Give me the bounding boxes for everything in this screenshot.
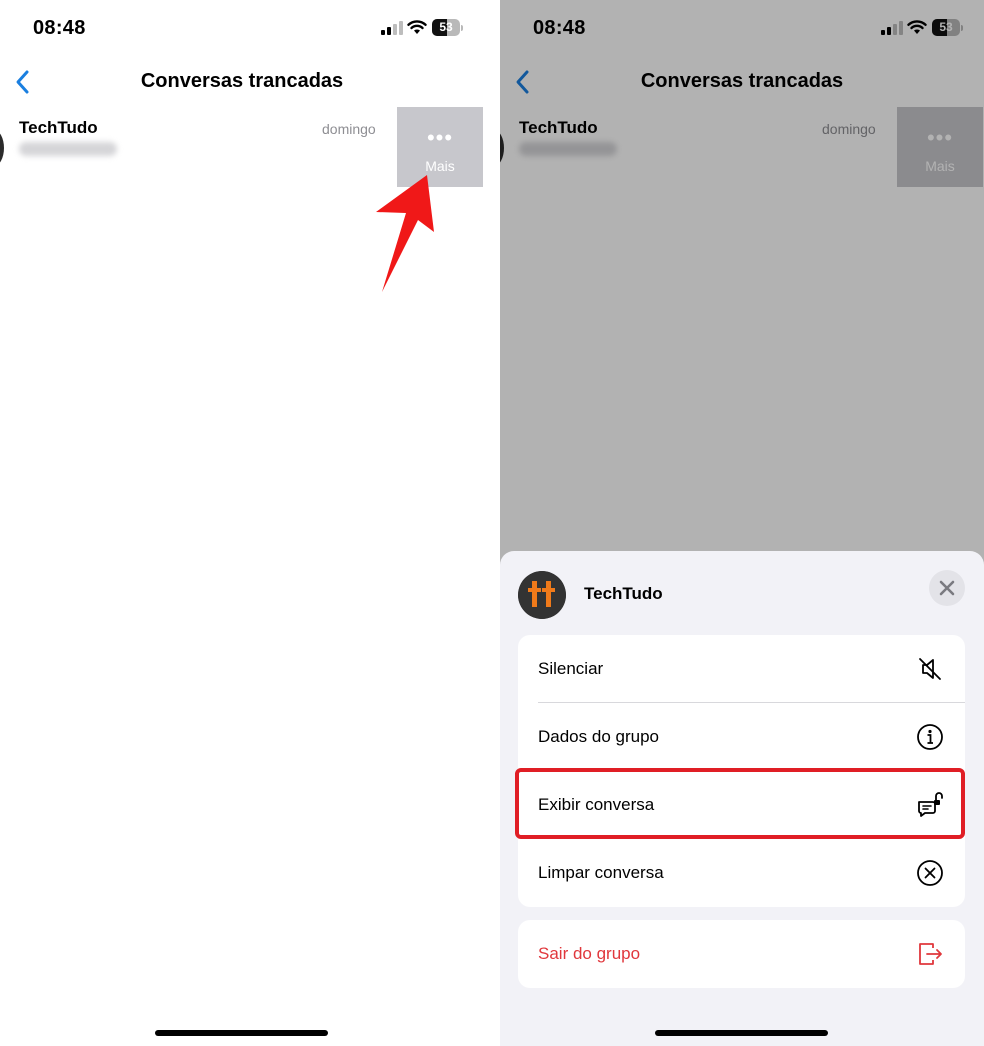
clear-circle-icon bbox=[917, 860, 943, 886]
screen-left: 08:48 53 Conversas trancadas TechTudo do… bbox=[0, 0, 484, 1046]
chat-preview-blurred bbox=[19, 142, 117, 156]
menu-item-label: Dados do grupo bbox=[538, 727, 659, 746]
signal-icon bbox=[381, 21, 403, 35]
battery-level: 53 bbox=[439, 20, 453, 34]
sheet-title: TechTudo bbox=[584, 584, 663, 603]
status-bar: 08:48 53 bbox=[0, 0, 484, 58]
exit-label: Sair do grupo bbox=[538, 944, 641, 963]
close-icon bbox=[939, 580, 955, 596]
action-sheet: TechTudo Silenciar Dados do grupo Exibir… bbox=[500, 551, 984, 1046]
menu-item-dados-do-grupo[interactable]: Dados do grupo bbox=[518, 703, 965, 771]
status-time: 08:48 bbox=[33, 17, 86, 39]
wifi-icon bbox=[407, 20, 427, 34]
chat-name: TechTudo bbox=[19, 118, 98, 137]
ellipsis-icon: ••• bbox=[426, 125, 454, 150]
home-indicator bbox=[655, 1030, 828, 1036]
menu-item-label: Limpar conversa bbox=[538, 863, 664, 882]
home-indicator bbox=[155, 1030, 328, 1036]
exit-group-button[interactable]: Sair do grupo bbox=[518, 920, 965, 988]
exit-icon bbox=[919, 943, 942, 965]
red-highlight-annotation bbox=[515, 768, 965, 839]
avatar bbox=[0, 130, 4, 166]
close-button[interactable] bbox=[929, 570, 965, 606]
red-arrow-annotation bbox=[376, 175, 434, 292]
page-title: Conversas trancadas bbox=[140, 70, 344, 92]
screen-right: 08:48 53 Conversas trancadas TechTudo do… bbox=[500, 0, 984, 1046]
divider bbox=[484, 0, 500, 1046]
menu-item-silenciar[interactable]: Silenciar bbox=[518, 635, 965, 703]
battery-icon: 53 bbox=[432, 19, 464, 36]
info-icon bbox=[917, 724, 943, 750]
muted-speaker-icon bbox=[919, 658, 941, 680]
menu-item-label: Silenciar bbox=[538, 659, 604, 678]
techtudo-logo-avatar bbox=[518, 571, 566, 619]
chat-date: domingo bbox=[322, 121, 376, 137]
menu-item-limpar-conversa[interactable]: Limpar conversa bbox=[518, 839, 965, 907]
